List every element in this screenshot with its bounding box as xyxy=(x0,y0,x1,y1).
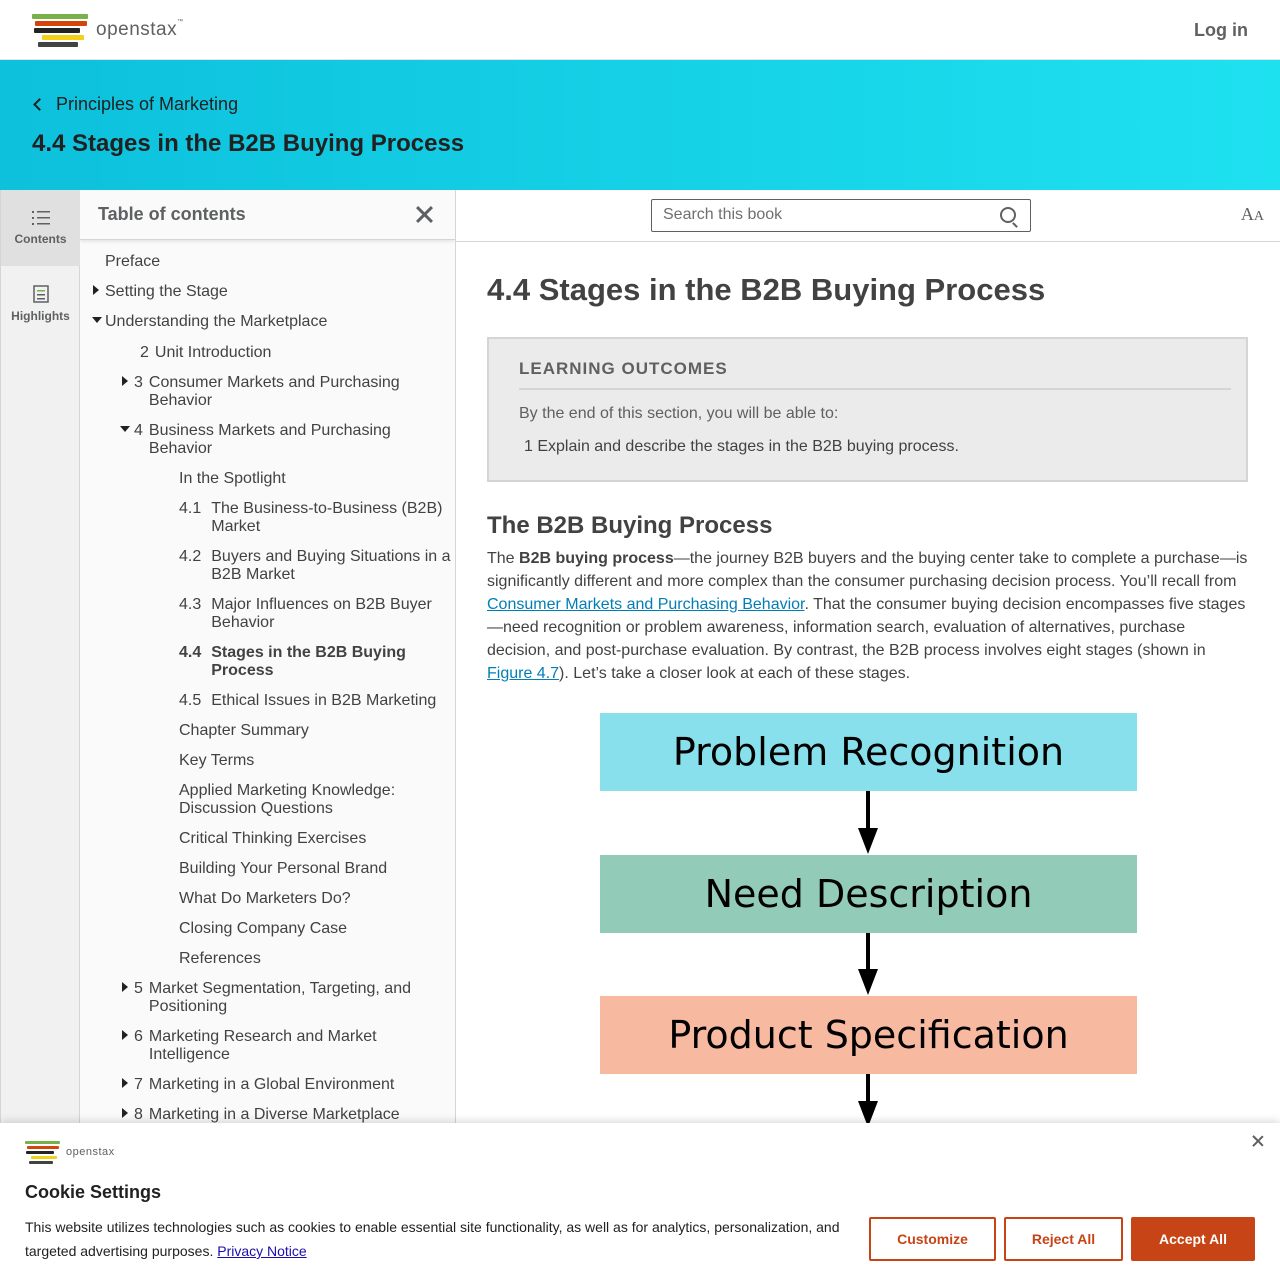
caret-right-icon[interactable] xyxy=(122,1030,128,1040)
banner-section-title: 4.4 Stages in the B2B Buying Process xyxy=(32,130,465,157)
consumer-markets-link[interactable]: Consumer Markets and Purchasing Behavior xyxy=(487,596,805,613)
body-paragraph: The B2B buying process—the journey B2B b… xyxy=(487,550,1248,682)
privacy-notice-link[interactable]: Privacy Notice xyxy=(217,1243,306,1259)
toc-item-personal-brand[interactable]: Building Your Personal Brand xyxy=(179,860,387,878)
toc-item-ch2[interactable]: 2 Unit Introduction xyxy=(140,344,440,362)
chevron-left-icon xyxy=(33,98,46,111)
search-box xyxy=(651,199,1031,232)
contents-label: Contents xyxy=(14,232,67,246)
toc-item-4-3[interactable]: 4.3 Major Influences on B2B Buyer Behavio… xyxy=(179,596,449,632)
book-title: Principles of Marketing xyxy=(56,94,239,114)
toc-item-ch4[interactable]: 4 Business Markets and Purchasing Behavio… xyxy=(134,422,424,458)
arrow-down-icon xyxy=(866,791,870,831)
section-heading: The B2B Buying Process xyxy=(487,512,773,539)
logo-books-icon xyxy=(25,1140,61,1164)
close-icon[interactable] xyxy=(415,205,433,223)
content-toolbar: AA xyxy=(456,190,1280,242)
cookie-banner: openstax Cookie Settings This website ut… xyxy=(0,1123,1280,1280)
highlights-button[interactable]: Highlights xyxy=(1,266,80,342)
close-icon[interactable] xyxy=(1252,1135,1264,1147)
table-of-contents-panel: Table of contents Preface Setting the St… xyxy=(80,190,456,1280)
logo-books-icon xyxy=(32,12,90,48)
toc-item-discussion[interactable]: Applied Marketing Knowledge: Discussion … xyxy=(179,782,419,818)
divider xyxy=(519,388,1231,390)
cookie-logo-text: openstax xyxy=(66,1146,115,1158)
arrow-head xyxy=(858,969,878,995)
arrow-down-icon xyxy=(866,933,870,971)
toolbar-rail: Contents Highlights xyxy=(0,190,80,1280)
toc-item-4-4-current[interactable]: 4.4 Stages in the B2B Buying Process xyxy=(179,644,419,680)
toc-item-4-1[interactable]: 4.1 The Business-to-Business (B2B) Market xyxy=(179,500,449,536)
arrow-head xyxy=(858,828,878,854)
caret-down-icon[interactable] xyxy=(120,426,130,432)
toc-item-summary[interactable]: Chapter Summary xyxy=(179,722,309,740)
book-banner: Principles of Marketing 4.4 Stages in th… xyxy=(0,60,1280,190)
toc-item-marketers[interactable]: What Do Marketers Do? xyxy=(179,890,351,908)
toc-item-critical-thinking[interactable]: Critical Thinking Exercises xyxy=(179,830,366,848)
arrow-down-icon xyxy=(866,1074,870,1104)
caret-right-icon[interactable] xyxy=(122,982,128,992)
key-term: B2B buying process xyxy=(519,550,674,567)
toc-item-4-2[interactable]: 4.2 Buyers and Buying Situations in a B2B… xyxy=(179,548,454,584)
caret-right-icon[interactable] xyxy=(122,1078,128,1088)
toc-item-ch3[interactable]: 3 Consumer Markets and Purchasing Behavio… xyxy=(134,374,424,410)
toc-item-4-5[interactable]: 4.5 Ethical Issues in B2B Marketing xyxy=(179,692,454,710)
cookie-openstax-logo: openstax xyxy=(25,1140,115,1164)
toc-item-ch5[interactable]: 5 Market Segmentation, Targeting, and Pos… xyxy=(134,980,424,1016)
top-navbar: openstax™ Log in xyxy=(0,0,1280,60)
font-size-icon[interactable]: AA xyxy=(1241,204,1264,225)
caret-right-icon[interactable] xyxy=(93,285,99,295)
page-title: 4.4 Stages in the B2B Buying Process xyxy=(487,272,1046,307)
figure-link[interactable]: Figure 4.7 xyxy=(487,665,559,682)
learning-outcome-item: 1 Explain and describe the stages in the… xyxy=(524,438,959,455)
caret-right-icon[interactable] xyxy=(122,1108,128,1118)
toc-item-ch7[interactable]: 7 Marketing in a Global Environment xyxy=(134,1076,434,1094)
cookie-text: This website utilizes technologies such … xyxy=(25,1219,840,1259)
caret-down-icon[interactable] xyxy=(92,317,102,323)
toc-header: Table of contents xyxy=(80,190,455,240)
caret-right-icon[interactable] xyxy=(122,376,128,386)
toc-item-ch6[interactable]: 6 Marketing Research and Market Intellige… xyxy=(134,1028,424,1064)
toc-item-unit-1[interactable]: Setting the Stage xyxy=(105,283,228,301)
notebook-icon xyxy=(32,285,49,303)
search-icon[interactable] xyxy=(1000,207,1016,223)
list-icon xyxy=(31,211,50,225)
logo-text: openstax™ xyxy=(96,19,184,40)
customize-button[interactable]: Customize xyxy=(869,1217,996,1261)
toc-item-ch8[interactable]: 8 Marketing in a Diverse Marketplace xyxy=(134,1106,434,1124)
highlights-label: Highlights xyxy=(11,309,70,323)
search-input[interactable] xyxy=(663,206,983,224)
stage-need-description: Need Description xyxy=(600,855,1137,933)
learning-outcomes-heading: LEARNING OUTCOMES xyxy=(519,359,728,378)
toc-item-references[interactable]: References xyxy=(179,950,261,968)
learning-outcomes-intro: By the end of this section, you will be … xyxy=(519,405,839,422)
toc-item-key-terms[interactable]: Key Terms xyxy=(179,752,254,770)
stage-product-specification: Product Specification xyxy=(600,996,1137,1074)
contents-button[interactable]: Contents xyxy=(1,190,80,266)
reject-all-button[interactable]: Reject All xyxy=(1004,1217,1123,1261)
toc-title: Table of contents xyxy=(98,204,246,224)
accept-all-button[interactable]: Accept All xyxy=(1131,1217,1255,1261)
stage-problem-recognition: Problem Recognition xyxy=(600,713,1137,791)
learning-outcomes-box: LEARNING OUTCOMES By the end of this sec… xyxy=(487,337,1248,482)
toc-item-closing-case[interactable]: Closing Company Case xyxy=(179,920,347,938)
openstax-logo[interactable]: openstax™ xyxy=(32,12,184,48)
login-link[interactable]: Log in xyxy=(1194,20,1248,41)
toc-item-preface[interactable]: Preface xyxy=(105,253,160,271)
toc-item-unit-2[interactable]: Understanding the Marketplace xyxy=(105,313,327,331)
book-title-link[interactable]: Principles of Marketing xyxy=(32,94,238,115)
toc-item-spotlight[interactable]: In the Spotlight xyxy=(179,470,286,488)
cookie-title: Cookie Settings xyxy=(25,1182,162,1202)
